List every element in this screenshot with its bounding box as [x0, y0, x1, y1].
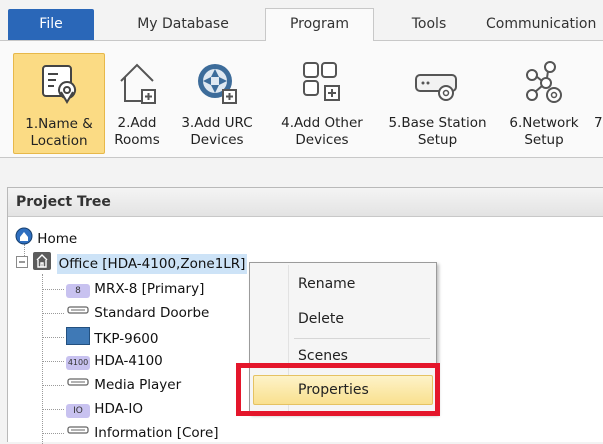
device-badge-icon: 8	[66, 279, 90, 299]
device-badge-icon: IO	[66, 399, 90, 419]
tree-connector	[42, 361, 64, 362]
panel-title: Project Tree	[8, 188, 603, 217]
building-icon	[32, 251, 52, 277]
touchpanel-icon	[66, 327, 90, 351]
tab-file[interactable]: File	[8, 9, 94, 41]
tree-node-office[interactable]: Office [HDA-4100,Zone1LR]	[16, 251, 248, 277]
ribbon-button-7-partial[interactable]: 7	[594, 51, 603, 157]
menu-separator	[294, 338, 430, 339]
tree-connector	[42, 289, 64, 290]
ir-device-icon	[66, 423, 90, 443]
tree-connector	[42, 433, 64, 434]
network-icon	[520, 59, 568, 111]
tab-communication[interactable]: Communication	[478, 9, 603, 40]
tree-node-media-player[interactable]: Media Player	[66, 375, 181, 395]
add-urc-devices-button[interactable]: 3.Add URC Devices	[170, 51, 264, 157]
tree-connector	[42, 385, 64, 386]
base-station-setup-button[interactable]: 5.Base Station Setup	[380, 51, 495, 157]
tree-node-hda4100[interactable]: 4100 HDA-4100	[66, 351, 163, 371]
tree-node-hda-io[interactable]: IO HDA-IO	[66, 399, 143, 419]
name-location-button[interactable]: 1.Name & Location	[13, 53, 105, 154]
ribbon-toolbar: 1.Name & Location 2.Add Rooms 3.Add URC Dev…	[0, 40, 603, 158]
base-station-icon	[412, 59, 464, 111]
highlight-annotation	[236, 363, 440, 416]
tree-connector	[42, 274, 43, 444]
ir-device-icon	[66, 375, 90, 395]
tree-node-tkp9600[interactable]: TKP-9600	[66, 327, 158, 351]
device-badge-icon: 4100	[66, 351, 90, 371]
add-rooms-button[interactable]: 2.Add Rooms	[107, 51, 167, 157]
menu-item-rename[interactable]: Rename	[298, 274, 355, 294]
home-globe-icon	[15, 227, 33, 251]
add-other-devices-button[interactable]: 4.Add Other Devices	[266, 51, 378, 157]
tab-tools[interactable]: Tools	[393, 9, 465, 40]
tree-connector	[42, 337, 64, 338]
other-devices-icon	[298, 59, 346, 111]
tree-node-doorbell[interactable]: Standard Doorbe	[66, 303, 209, 323]
location-pin-icon	[37, 62, 81, 110]
tree-node-mrx8[interactable]: 8 MRX-8 [Primary]	[66, 279, 204, 299]
tree-node-home[interactable]: Home	[15, 227, 77, 251]
add-room-icon	[115, 59, 159, 111]
menu-item-delete[interactable]: Delete	[298, 309, 344, 329]
urc-device-icon	[193, 59, 241, 111]
collapse-toggle-icon[interactable]	[16, 254, 28, 274]
tree-node-information[interactable]: Information [Core]	[66, 423, 219, 443]
network-setup-button[interactable]: 6.Network Setup	[496, 51, 592, 157]
ir-device-icon	[66, 303, 90, 323]
tab-my-database[interactable]: My Database	[118, 9, 248, 40]
tree-connector	[42, 313, 64, 314]
tab-program[interactable]: Program	[265, 8, 374, 41]
ribbon-tab-bar: File My Database Program Tools Communica…	[0, 0, 603, 41]
tree-connector	[42, 409, 64, 410]
